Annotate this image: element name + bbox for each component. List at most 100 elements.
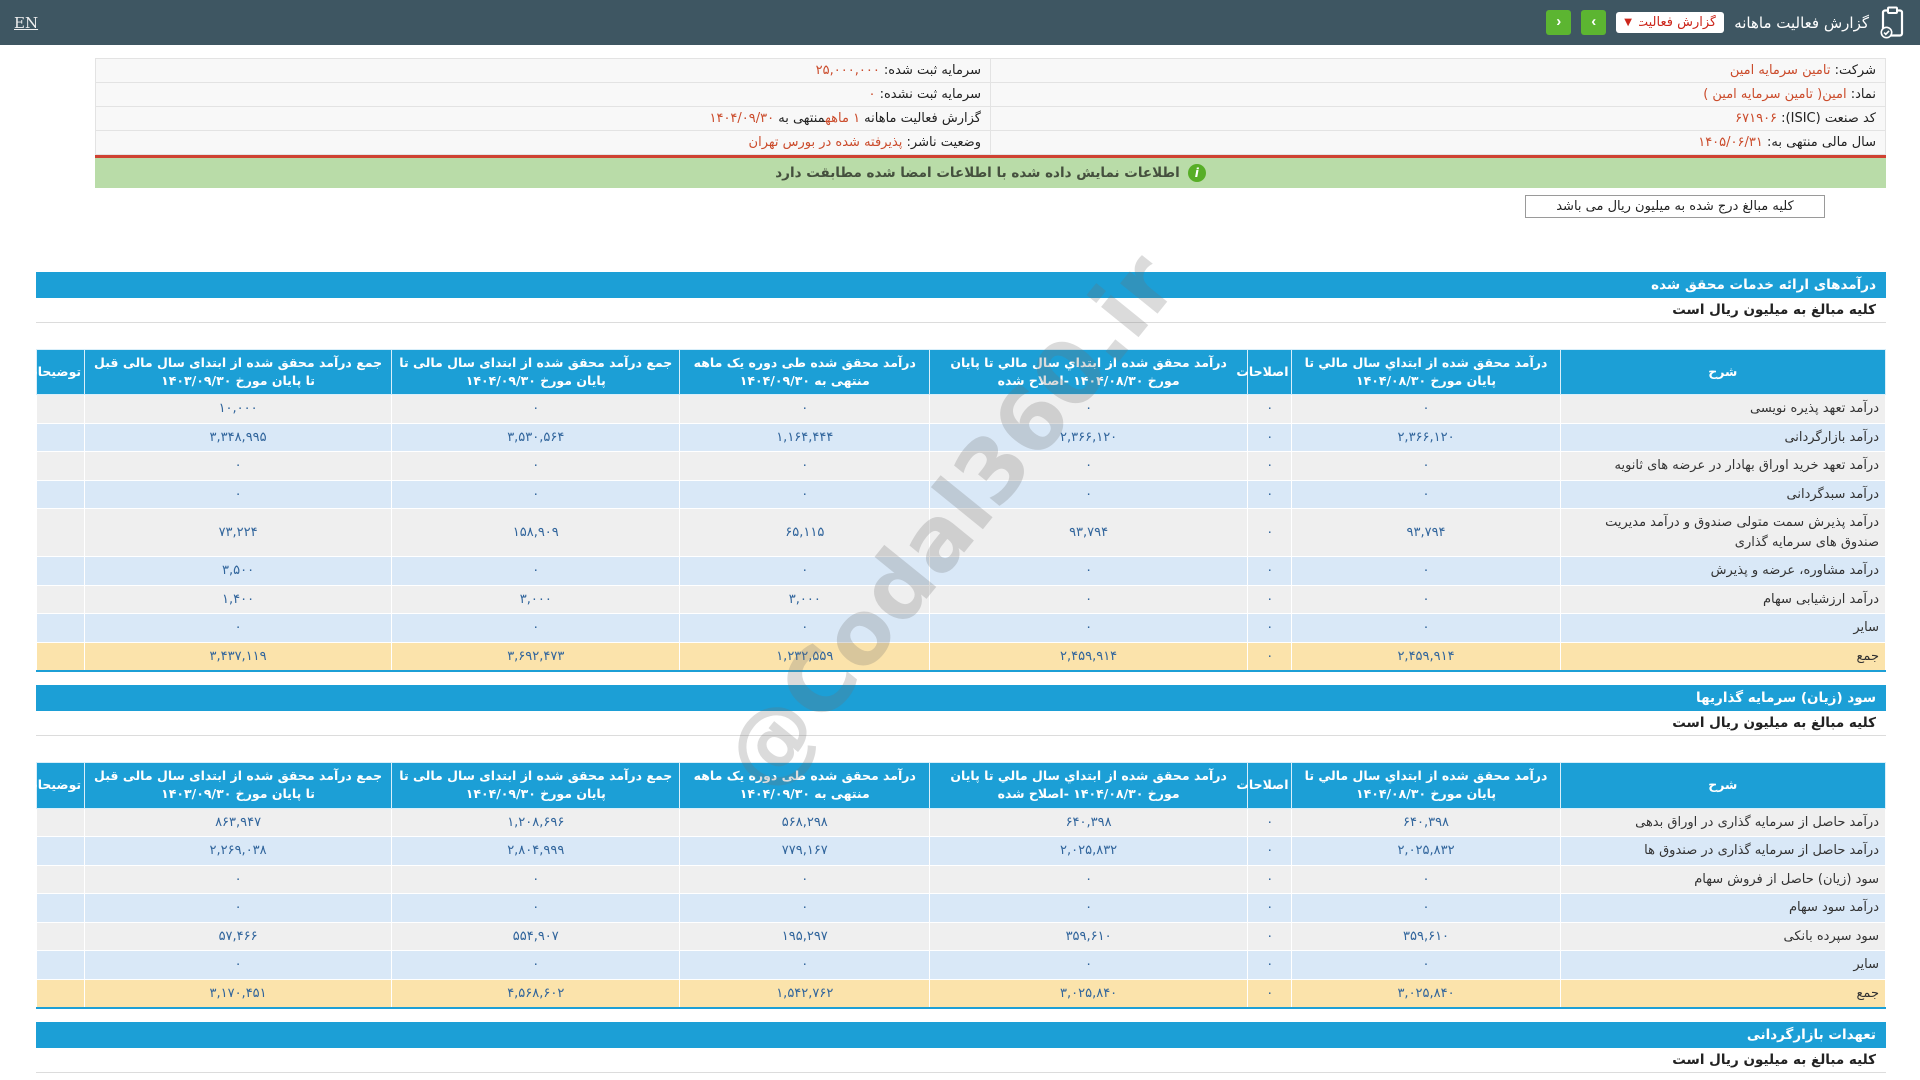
comments-cell	[37, 614, 85, 643]
table-row: سود (زیان) حاصل از فروش سهام۰۰۰۰۰۰	[37, 865, 1886, 894]
value-cell: ۲,۰۲۵,۸۳۲	[1292, 837, 1560, 866]
info-label: شرکت:	[1830, 63, 1876, 78]
signature-match-banner: i اطلاعات نمایش داده شده با اطلاعات امضا…	[95, 155, 1886, 188]
table-total-row: جمع۳,۰۲۵,۸۴۰۰۳,۰۲۵,۸۴۰۱,۵۴۲,۷۶۲۴,۵۶۸,۶۰۲…	[37, 979, 1886, 1008]
value-cell: ۰	[85, 951, 392, 980]
row-label: درآمد حاصل از سرمایه گذاری در صندوق ها	[1560, 837, 1885, 866]
comments-cell	[37, 509, 85, 557]
value-cell: ۰	[1248, 423, 1292, 452]
column-header: توضیحات	[37, 350, 85, 395]
value-cell: ۸۶۳,۹۴۷	[85, 808, 392, 837]
info-value: ۲۵,۰۰۰,۰۰۰	[816, 63, 880, 78]
value-cell: ۵۷,۴۶۶	[85, 922, 392, 951]
value-cell: ۱,۴۰۰	[85, 585, 392, 614]
value-cell: ۰	[930, 480, 1248, 509]
language-toggle-en[interactable]: EN	[14, 14, 38, 32]
info-value: ۱ ماهه	[825, 111, 860, 126]
row-label: درآمد سود سهام	[1560, 894, 1885, 923]
value-cell: ۲,۴۵۹,۹۱۴	[1292, 642, 1560, 671]
value-cell: ۰	[392, 395, 680, 424]
company-info-cell-left: گزارش فعالیت ماهانه ۱ ماههمنتهی به ۱۴۰۴/…	[96, 107, 991, 131]
info-label: سرمایه ثبت شده:	[880, 63, 981, 78]
section-unit-note: کلیه مبالغ به میلیون ریال است	[36, 298, 1886, 323]
value-cell: ۰	[85, 614, 392, 643]
value-cell: ۳,۱۷۰,۴۵۱	[85, 979, 392, 1008]
value-cell: ۰	[1248, 808, 1292, 837]
table-row: درآمد تعهد خرید اوراق بهادار در عرضه های…	[37, 452, 1886, 481]
value-cell: ۰	[85, 865, 392, 894]
page-title: گزارش فعالیت ماهانه	[1734, 14, 1869, 32]
value-cell: ۹۳,۷۹۴	[930, 509, 1248, 557]
value-cell: ۰	[1248, 585, 1292, 614]
column-header: شرح	[1560, 763, 1885, 808]
section-title-bar: درآمدهای ارائه خدمات محقق شده	[36, 272, 1886, 298]
row-label: جمع	[1560, 979, 1885, 1008]
column-header: درآمد محقق شده از ابتداي سال مالي تا پای…	[1292, 763, 1560, 808]
value-cell: ۰	[1292, 951, 1560, 980]
value-cell: ۰	[680, 865, 930, 894]
column-header: اصلاحات	[1248, 350, 1292, 395]
company-info-cell-left: سرمایه ثبت نشده: ۰	[96, 83, 991, 107]
value-cell: ۰	[1248, 922, 1292, 951]
company-info-row: نماد: امین( تامین سرمایه امین )سرمایه ثب…	[96, 83, 1886, 107]
value-cell: ۰	[680, 452, 930, 481]
table-row: سود سپرده بانکی۳۵۹,۶۱۰۰۳۵۹,۶۱۰۱۹۵,۲۹۷۵۵۴…	[37, 922, 1886, 951]
comments-cell	[37, 979, 85, 1008]
table-row: درآمد ارزشیابی سهام۰۰۰۳,۰۰۰۳,۰۰۰۱,۴۰۰	[37, 585, 1886, 614]
value-cell: ۵۵۴,۹۰۷	[392, 922, 680, 951]
value-cell: ۰	[1248, 951, 1292, 980]
value-cell: ۰	[392, 951, 680, 980]
value-cell: ۳,۳۴۸,۹۹۵	[85, 423, 392, 452]
next-report-button[interactable]: ›	[1581, 10, 1606, 35]
report-section: درآمدهای ارائه خدمات محقق شده کلیه مبالغ…	[0, 272, 1920, 672]
row-label: درآمد پذیرش سمت متولی صندوق و درآمد مدیر…	[1560, 509, 1885, 557]
value-cell: ۲,۸۰۴,۹۹۹	[392, 837, 680, 866]
comments-cell	[37, 951, 85, 980]
value-cell: ۰	[1292, 557, 1560, 586]
value-cell: ۷۳,۲۲۴	[85, 509, 392, 557]
value-cell: ۱۰,۰۰۰	[85, 395, 392, 424]
column-header: درآمد محقق شده از ابتداي سال مالي تا پای…	[930, 350, 1248, 395]
row-label: درآمد تعهد خرید اوراق بهادار در عرضه های…	[1560, 452, 1885, 481]
row-label: سود سپرده بانکی	[1560, 922, 1885, 951]
section-title-bar: تعهدات بازارگردانی	[36, 1022, 1886, 1048]
report-type-select[interactable]: گزارش فعالیت م ▼	[1616, 12, 1724, 33]
table-row: درآمد تعهد پذیره نویسی۰۰۰۰۰۱۰,۰۰۰	[37, 395, 1886, 424]
value-cell: ۳۵۹,۶۱۰	[1292, 922, 1560, 951]
value-cell: ۰	[1248, 480, 1292, 509]
company-info-row: شرکت: تامین سرمایه امینسرمایه ثبت شده: ۲…	[96, 59, 1886, 83]
value-cell: ۰	[680, 395, 930, 424]
section-title-bar: سود (زیان) سرمایه گذاریها	[36, 685, 1886, 711]
value-cell: ۰	[392, 480, 680, 509]
row-label: درآمد حاصل از سرمایه گذاری در اوراق بدهی	[1560, 808, 1885, 837]
comments-cell	[37, 585, 85, 614]
value-cell: ۰	[85, 480, 392, 509]
prev-report-button[interactable]: ‹	[1546, 10, 1571, 35]
comments-cell	[37, 922, 85, 951]
value-cell: ۰	[680, 614, 930, 643]
row-label: درآمد سبدگردانی	[1560, 480, 1885, 509]
column-header: شرح	[1560, 350, 1885, 395]
company-info-cell-right: نماد: امین( تامین سرمایه امین )	[991, 83, 1886, 107]
row-label: درآمد تعهد پذیره نویسی	[1560, 395, 1885, 424]
section-table-holder: شرحدرآمد محقق شده از ابتداي سال مالي تا …	[36, 762, 1886, 1009]
company-info-row: کد صنعت (ISIC): ۶۷۱۹۰۶گزارش فعالیت ماهان…	[96, 107, 1886, 131]
comments-cell	[37, 452, 85, 481]
value-cell: ۰	[392, 557, 680, 586]
value-cell: ۰	[1292, 585, 1560, 614]
comments-cell	[37, 837, 85, 866]
financial-table: شرح درآمد محقق شده از ابتداي سال مالي تا …	[36, 349, 1886, 672]
clipboard-report-icon	[1879, 6, 1906, 39]
value-cell: ۰	[392, 452, 680, 481]
value-cell: ۵۶۸,۲۹۸	[680, 808, 930, 837]
table-row: درآمد حاصل از سرمایه گذاری در اوراق بدهی…	[37, 808, 1886, 837]
info-value: ۶۷۱۹۰۶	[1735, 111, 1777, 126]
value-cell: ۰	[930, 395, 1248, 424]
table-row: درآمد حاصل از سرمایه گذاری در صندوق ها۲,…	[37, 837, 1886, 866]
row-label: درآمد مشاوره، عرضه و پذیرش	[1560, 557, 1885, 586]
report-section: تعهدات بازارگردانی کلیه مبالغ به میلیون …	[0, 1022, 1920, 1073]
amounts-note-box: کلیه مبالغ درج شده به میلیون ریال می باش…	[1525, 195, 1825, 218]
column-header: جمع درآمد محقق شده از ابتدای سال مالی تا…	[392, 763, 680, 808]
value-cell: ۰	[1248, 865, 1292, 894]
app-header: گزارش فعالیت ماهانه گزارش فعالیت م ▼ › ‹…	[0, 0, 1920, 45]
